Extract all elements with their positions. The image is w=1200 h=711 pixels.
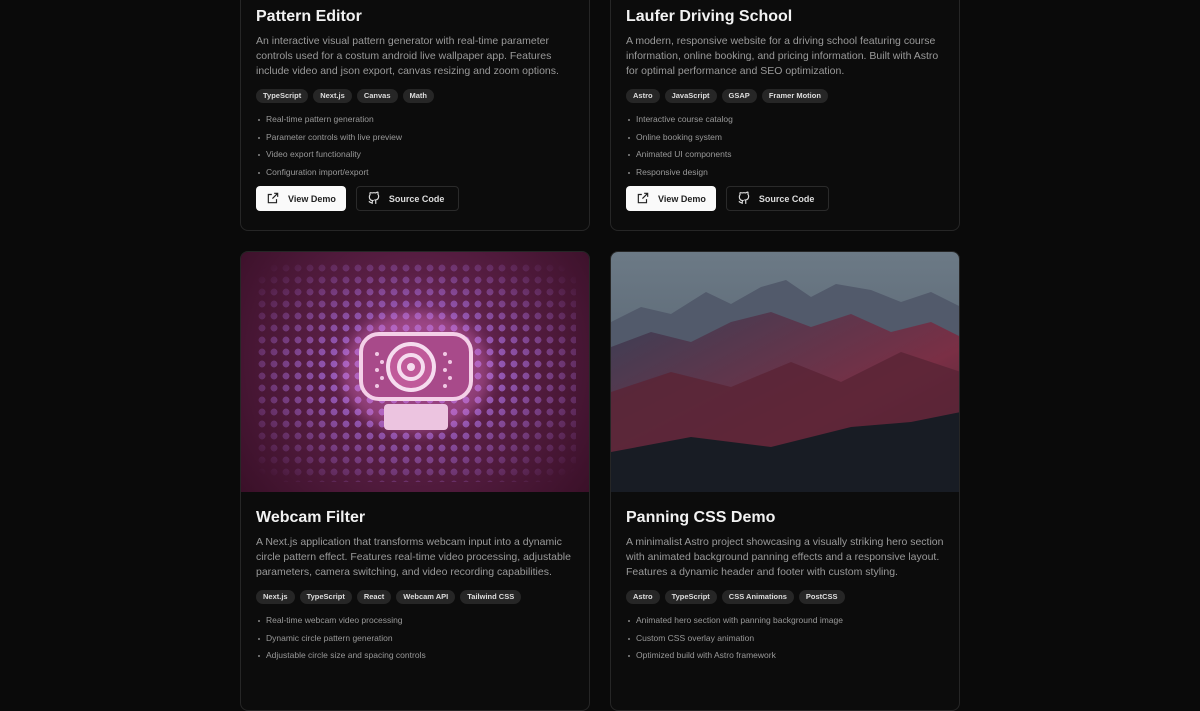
tech-tags: Astro JavaScript GSAP Framer Motion bbox=[626, 89, 947, 103]
tech-tag: TypeScript bbox=[256, 89, 309, 103]
external-link-icon bbox=[636, 191, 650, 207]
feature-item: Animated hero section with panning backg… bbox=[626, 612, 947, 630]
github-icon bbox=[367, 191, 381, 207]
view-demo-button[interactable]: View Demo bbox=[626, 186, 716, 211]
feature-item: Real-time webcam video processing bbox=[256, 612, 577, 630]
source-code-button[interactable]: Source Code bbox=[725, 186, 830, 211]
feature-item: Video export functionality bbox=[256, 146, 577, 164]
tech-tag: Next.js bbox=[313, 89, 352, 103]
tech-tag: Canvas bbox=[356, 89, 398, 103]
feature-item: Dynamic circle pattern generation bbox=[256, 630, 577, 648]
tech-tag: Astro bbox=[626, 89, 660, 103]
project-card-webcam-filter: Webcam Filter A Next.js application that… bbox=[240, 251, 590, 711]
webcam-filter-preview-image bbox=[241, 252, 589, 492]
project-card-panning-css-demo: Panning CSS Demo A minimalist Astro proj… bbox=[610, 251, 960, 711]
feature-item: Parameter controls with live preview bbox=[256, 129, 577, 147]
project-description: A minimalist Astro project showcasing a … bbox=[626, 536, 944, 578]
panning-css-mountain-image bbox=[611, 252, 959, 492]
tech-tag: Tailwind CSS bbox=[460, 590, 522, 604]
feature-item: Optimized build with Astro framework bbox=[626, 647, 947, 665]
feature-list: Animated hero section with panning backg… bbox=[626, 612, 947, 665]
project-description: A Next.js application that transforms we… bbox=[256, 536, 571, 578]
tech-tag: Math bbox=[402, 89, 434, 103]
project-title: Laufer Driving School bbox=[626, 8, 793, 25]
feature-item: Animated UI components bbox=[626, 146, 947, 164]
view-demo-label: View Demo bbox=[288, 193, 336, 204]
source-code-button[interactable]: Source Code bbox=[355, 186, 460, 211]
project-description: A modern, responsive website for a drivi… bbox=[626, 35, 939, 77]
feature-list: Interactive course catalog Online booking… bbox=[626, 111, 947, 181]
project-card-pattern-editor: Pattern Editor An interactive visual pat… bbox=[240, 0, 590, 231]
view-demo-button[interactable]: View Demo bbox=[256, 186, 346, 211]
tech-tags: TypeScript Next.js Canvas Math bbox=[256, 89, 577, 103]
tech-tag: JavaScript bbox=[664, 89, 717, 103]
project-title: Webcam Filter bbox=[256, 509, 366, 526]
tech-tag: Framer Motion bbox=[761, 89, 828, 103]
project-title: Panning CSS Demo bbox=[626, 509, 776, 526]
feature-item: Custom CSS overlay animation bbox=[626, 630, 947, 648]
tech-tag: CSS Animations bbox=[721, 590, 794, 604]
feature-item: Real-time pattern generation bbox=[256, 111, 577, 129]
github-icon bbox=[737, 191, 751, 207]
feature-list: Real-time webcam video processing Dynamic… bbox=[256, 612, 577, 665]
tech-tag: React bbox=[356, 590, 392, 604]
source-code-label: Source Code bbox=[388, 193, 445, 204]
external-link-icon bbox=[266, 191, 280, 207]
tech-tags: Astro TypeScript CSS Animations PostCSS bbox=[626, 590, 947, 604]
tech-tag: Next.js bbox=[256, 590, 295, 604]
feature-item: Online booking system bbox=[626, 129, 947, 147]
feature-item: Adjustable circle size and spacing contr… bbox=[256, 647, 577, 665]
project-card-laufer-driving-school: Laufer Driving School A modern, responsi… bbox=[610, 0, 960, 231]
tech-tag: Astro bbox=[626, 590, 660, 604]
tech-tag: TypeScript bbox=[299, 590, 352, 604]
tech-tags: Next.js TypeScript React Webcam API Tailwind… bbox=[256, 590, 577, 604]
project-description: An interactive visual pattern generator … bbox=[256, 35, 559, 77]
source-code-label: Source Code bbox=[758, 193, 815, 204]
tech-tag: TypeScript bbox=[664, 590, 717, 604]
feature-item: Responsive design bbox=[626, 164, 947, 182]
feature-item: Configuration import/export bbox=[256, 164, 577, 182]
view-demo-label: View Demo bbox=[658, 193, 706, 204]
feature-list: Real-time pattern generation Parameter co… bbox=[256, 111, 577, 181]
tech-tag: GSAP bbox=[721, 89, 757, 103]
tech-tag: Webcam API bbox=[396, 590, 456, 604]
feature-item: Interactive course catalog bbox=[626, 111, 947, 129]
project-title: Pattern Editor bbox=[256, 8, 362, 25]
tech-tag: PostCSS bbox=[798, 590, 845, 604]
